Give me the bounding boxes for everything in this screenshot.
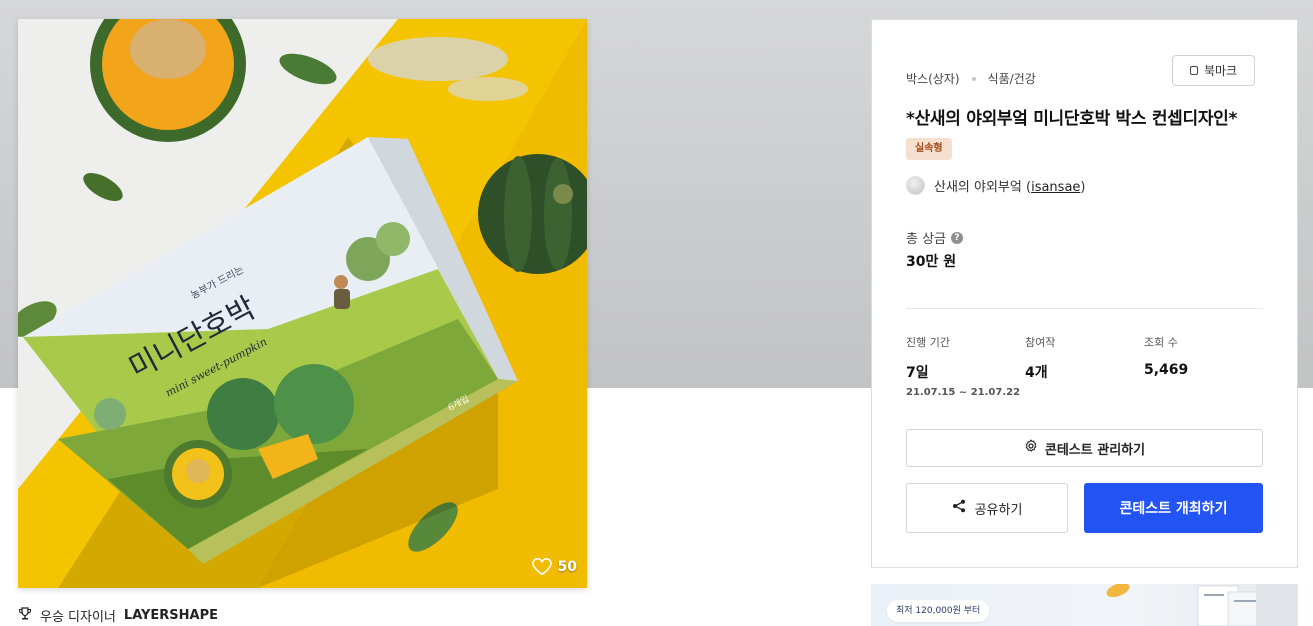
host-contest-button[interactable]: 콘테스트 개최하기 xyxy=(1084,483,1263,533)
designer-name[interactable]: LAYERSHAPE xyxy=(124,608,218,623)
bookmark-icon xyxy=(1189,66,1198,75)
promo-artwork xyxy=(1106,584,1298,626)
prize-value: 30만 원 xyxy=(906,254,957,270)
bookmark-label: 북마크 xyxy=(1203,64,1238,78)
like-count: 50 xyxy=(557,559,577,575)
winning-designer: 우승 디자이너 LAYERSHAPE xyxy=(18,606,218,625)
prize-label: 총 상금 ? xyxy=(906,228,964,247)
stat-views: 조회 수 5,469 xyxy=(1144,334,1188,378)
heart-icon[interactable] xyxy=(531,558,552,576)
owner-avatar xyxy=(906,176,925,195)
promo-banner[interactable]: 최저 120,000원 부터 xyxy=(871,584,1298,626)
category-main[interactable]: 박스(상자) xyxy=(906,70,960,87)
divider xyxy=(906,308,1263,309)
trophy-icon xyxy=(18,606,32,625)
stat-period: 진행 기간 7일 21.07.15 ~ 21.07.22 xyxy=(906,334,1020,398)
entries-value: 4개 xyxy=(1025,365,1048,381)
period-label: 진행 기간 xyxy=(906,336,950,349)
period-range: 21.07.15 ~ 21.07.22 xyxy=(906,387,1021,398)
stat-entries: 참여작 4개 xyxy=(1025,334,1055,382)
period-value: 7일 xyxy=(906,365,929,381)
category-breadcrumb: 박스(상자) 식품/건강 xyxy=(906,70,1036,87)
designer-label: 우승 디자이너 xyxy=(40,610,116,625)
share-icon xyxy=(952,499,966,517)
category-sub[interactable]: 식품/건강 xyxy=(988,70,1036,87)
like-counter[interactable]: 50 xyxy=(531,558,577,576)
views-value: 5,469 xyxy=(1144,362,1189,378)
manage-contest-button[interactable]: 콘테스트 관리하기 xyxy=(906,429,1263,467)
promo-price-pill: 최저 120,000원 부터 xyxy=(887,600,990,622)
contest-type-badge: 실속형 xyxy=(906,138,952,160)
artwork-illustration: 농부가 드리는 미니단호박 mini sweet-pumpkin 6개입 xyxy=(18,19,587,588)
views-label: 조회 수 xyxy=(1144,336,1178,349)
manage-label: 콘테스트 관리하기 xyxy=(1044,442,1146,458)
owner-handle-link[interactable]: isansae xyxy=(1031,180,1080,195)
contest-owner: 산새의 야외부엌 (isansae) xyxy=(906,176,1085,195)
breadcrumb-separator xyxy=(971,76,976,81)
gear-icon xyxy=(1024,439,1038,457)
share-button[interactable]: 공유하기 xyxy=(906,483,1068,533)
bookmark-button[interactable]: 북마크 xyxy=(1172,55,1255,86)
contest-info-card: 박스(상자) 식품/건강 북마크 *산새의 야외부엌 미니단호박 박스 컨셉디자… xyxy=(871,19,1298,568)
prize-label-text: 총 상금 xyxy=(906,232,947,247)
entries-label: 참여작 xyxy=(1025,336,1056,349)
contest-title: *산새의 야외부엌 미니단호박 박스 컨셉디자인* xyxy=(906,109,1238,129)
info-icon[interactable]: ? xyxy=(951,231,964,244)
winning-artwork[interactable]: 농부가 드리는 미니단호박 mini sweet-pumpkin 6개입 50 xyxy=(18,19,587,588)
share-label: 공유하기 xyxy=(974,502,1023,518)
owner-name: 산새의 야외부엌 xyxy=(934,180,1022,195)
